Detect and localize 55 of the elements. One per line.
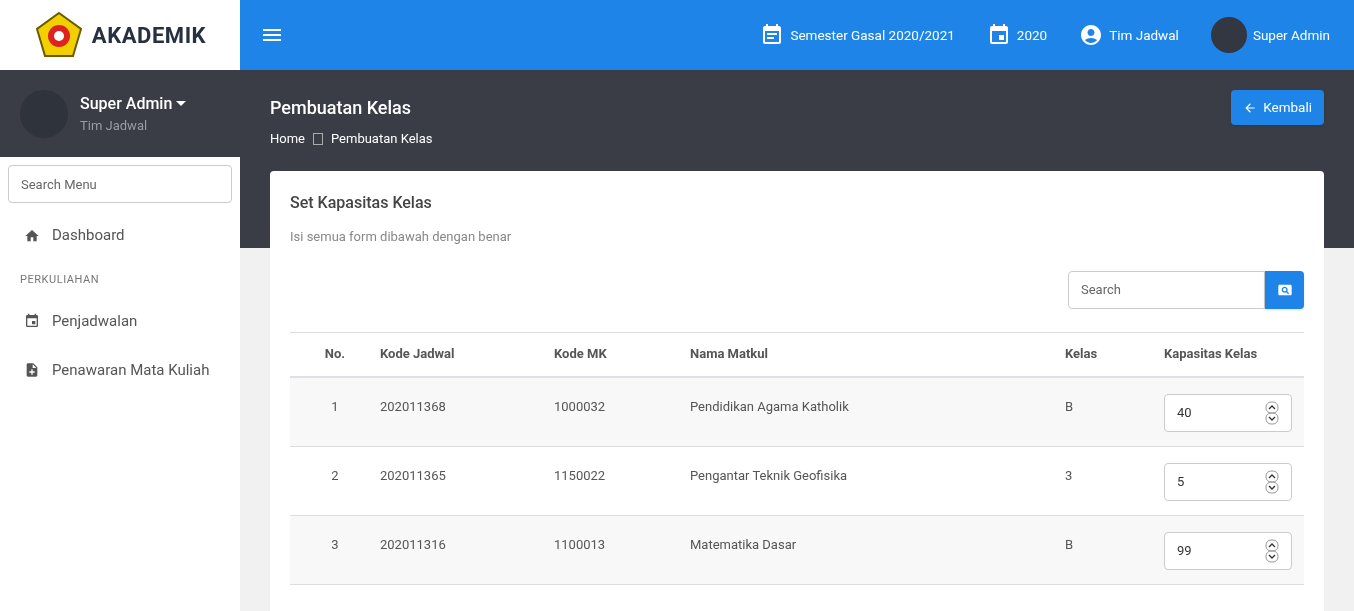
topbar-item[interactable]: Tim Jadwal xyxy=(1079,23,1179,47)
avatar xyxy=(1210,17,1247,53)
card-subtitle: Isi semua form dibawah dengan benar xyxy=(290,228,513,246)
table-cell: 3 xyxy=(331,536,339,552)
table-cell: 3 xyxy=(1065,467,1073,483)
profile-name-dropdown[interactable]: Super Admin xyxy=(80,91,187,116)
menu-item[interactable]: Penjadwalan xyxy=(0,296,240,346)
column-header: Kelas xyxy=(1065,346,1098,362)
document-icon xyxy=(24,362,40,378)
spinner-arrows-icon xyxy=(1265,400,1279,425)
spinner-arrows-icon xyxy=(1265,469,1279,494)
table-cell: 1 xyxy=(331,398,339,414)
table-cell: 202011368 xyxy=(380,398,446,414)
topbar-item[interactable]: Semester Gasal 2020/2021 xyxy=(760,23,955,47)
table-cell: 1100013 xyxy=(554,536,606,552)
menu-item[interactable]: Dashboard xyxy=(0,211,240,260)
table-cell: Matematika Dasar xyxy=(690,536,797,552)
table-cell: B xyxy=(1065,536,1074,552)
column-header: Kode MK xyxy=(554,346,607,362)
search-menu-field[interactable]: Search Menu xyxy=(8,165,232,203)
table-cell: 202011365 xyxy=(380,467,446,483)
home-icon xyxy=(24,227,40,244)
number-field[interactable]: 99 xyxy=(1164,531,1292,570)
topbar-item[interactable]: Super Admin xyxy=(1210,17,1330,53)
table-cell: 1150022 xyxy=(554,467,606,483)
menu-heading: PERKULIAHAN xyxy=(19,272,101,288)
user-icon xyxy=(1079,23,1104,47)
brand-title: AKADEMIK xyxy=(91,21,207,50)
column-header: Kapasitas Kelas xyxy=(1164,346,1258,362)
separator-icon xyxy=(313,132,323,145)
table-cell: 1000032 xyxy=(554,398,606,414)
page-title: Pembuatan Kelas xyxy=(270,96,413,120)
number-field[interactable]: 40 xyxy=(1164,393,1292,432)
menu-item[interactable]: Penawaran Mata Kuliah xyxy=(0,345,240,395)
profile-role: Tim Jadwal xyxy=(80,116,149,135)
table-cell: Pendidikan Agama Katholik xyxy=(690,398,849,414)
table-cell: 202011316 xyxy=(380,536,446,552)
caret-icon xyxy=(176,101,187,107)
number-field[interactable]: 5 xyxy=(1164,462,1292,501)
column-header: Nama Matkul xyxy=(690,346,768,362)
breadcrumb-link[interactable]: Home xyxy=(270,129,305,149)
logo-icon xyxy=(33,10,84,60)
table-cell: B xyxy=(1065,398,1074,414)
card-title: Set Kapasitas Kelas xyxy=(290,192,433,214)
breadcrumb-link[interactable]: Pembuatan Kelas xyxy=(331,129,433,149)
search-field[interactable]: Search xyxy=(1068,270,1265,309)
topbar-item[interactable]: 2020 xyxy=(986,23,1048,47)
calendar-icon xyxy=(24,313,40,329)
table-cell: 2 xyxy=(331,467,339,483)
table-cell: Pengantar Teknik Geofisika xyxy=(690,467,848,483)
back-button[interactable]: Kembali xyxy=(1231,90,1324,125)
search-button[interactable] xyxy=(1265,270,1304,309)
column-header: No. xyxy=(324,346,346,362)
spinner-arrows-icon xyxy=(1265,538,1279,563)
column-header: Kode Jadwal xyxy=(380,346,455,362)
